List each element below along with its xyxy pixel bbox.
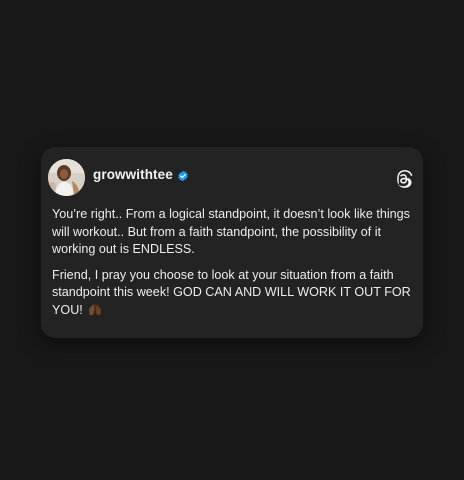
- threads-post-card: growwithtee You’re right.. From a logica…: [41, 147, 423, 338]
- avatar-image: [48, 159, 85, 196]
- verified-badge-icon: [177, 169, 189, 181]
- post-body: You’re right.. From a logical standpoint…: [52, 206, 412, 328]
- post-paragraph: Friend, I pray you choose to look at you…: [52, 267, 412, 320]
- raising-hands-emoji-icon: [88, 303, 102, 316]
- post-paragraph-text: Friend, I pray you choose to look at you…: [52, 267, 411, 317]
- username[interactable]: growwithtee: [93, 167, 173, 182]
- threads-logo-icon[interactable]: [393, 169, 413, 189]
- post-paragraph: You’re right.. From a logical standpoint…: [52, 207, 410, 257]
- avatar[interactable]: [48, 159, 85, 196]
- username-row: growwithtee: [93, 167, 189, 182]
